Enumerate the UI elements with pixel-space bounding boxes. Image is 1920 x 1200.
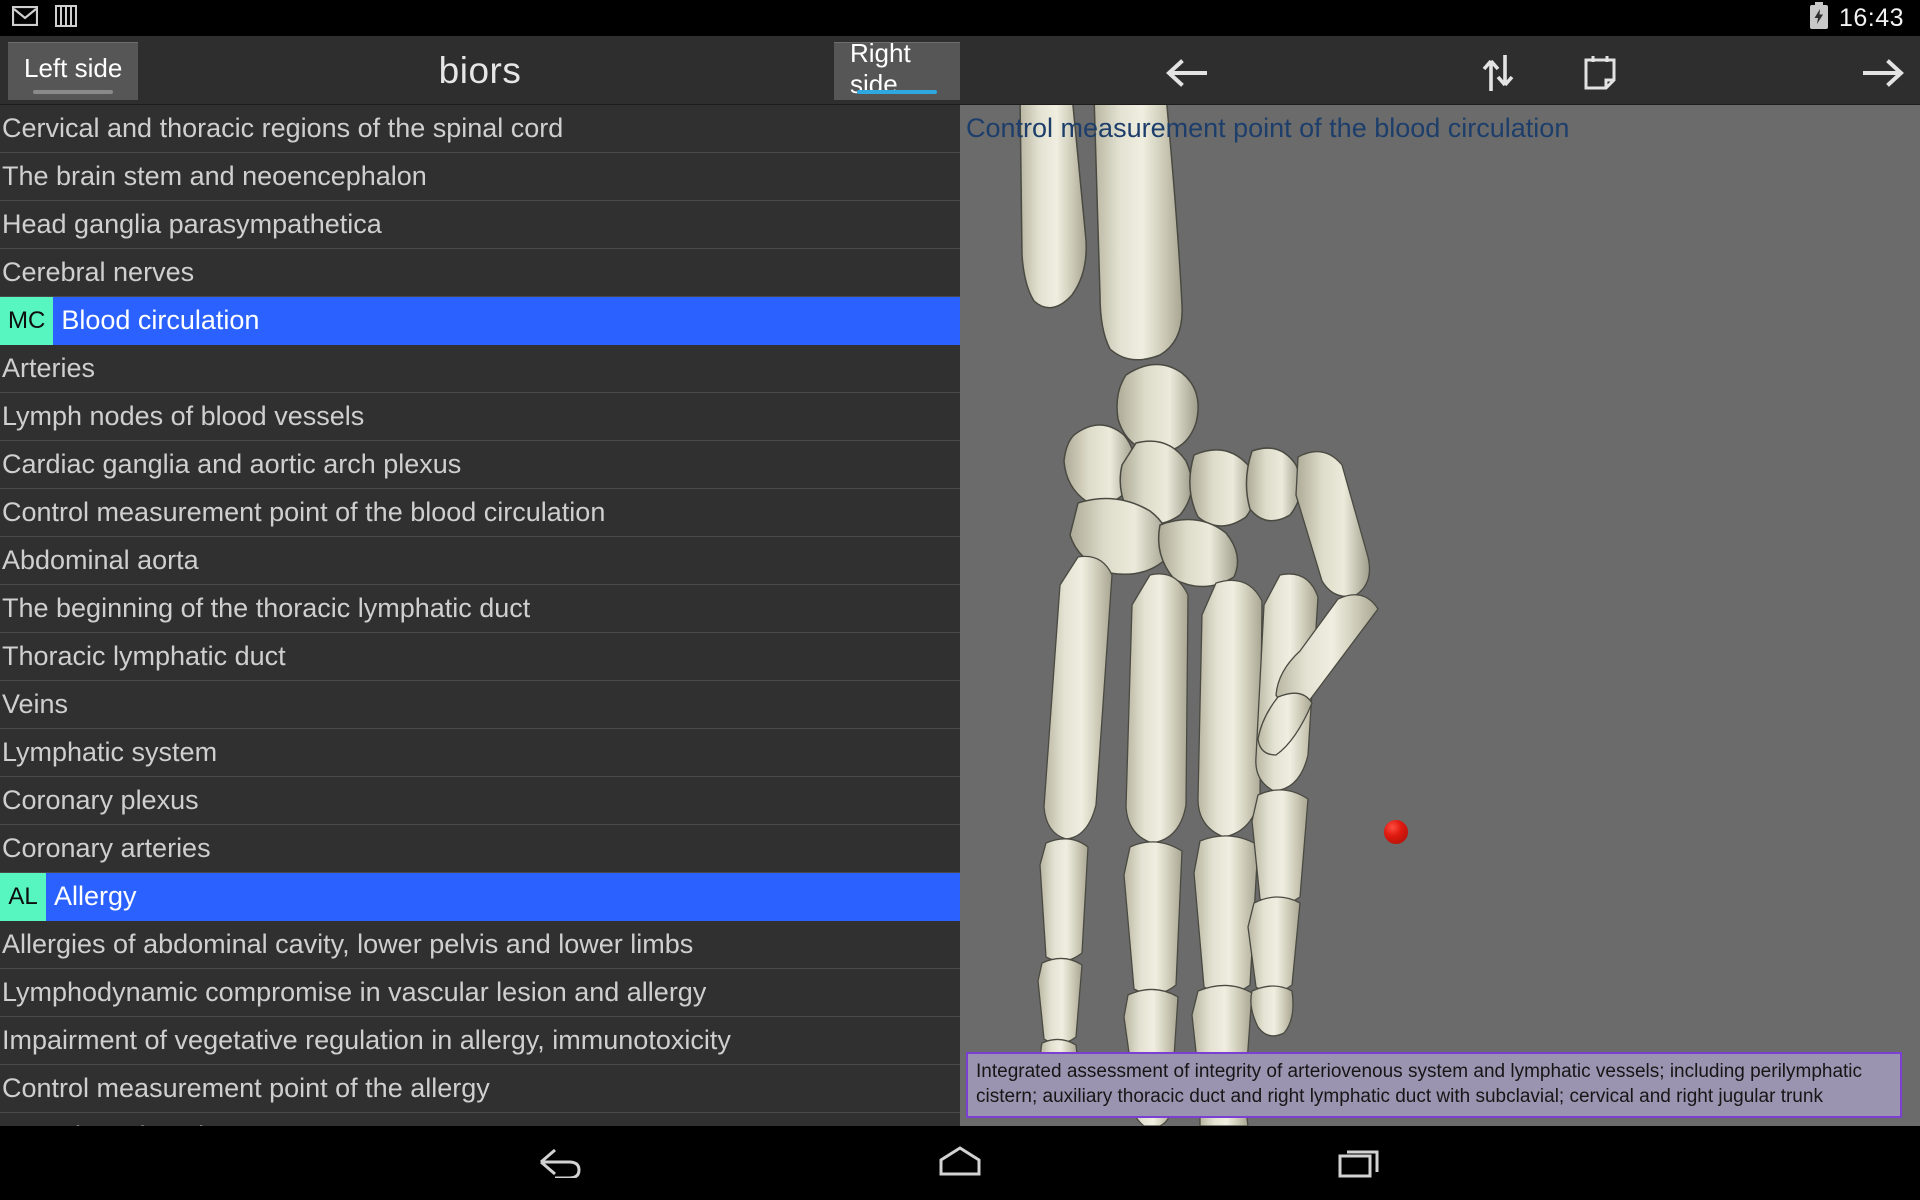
list-item[interactable]: Cardiac ganglia and aortic arch plexus — [0, 441, 960, 489]
list-item[interactable]: Lymph nodes of blood vessels — [0, 393, 960, 441]
list-item-label: Veins — [2, 689, 69, 719]
nav-back-icon — [535, 1144, 585, 1183]
note-icon[interactable] — [1574, 54, 1626, 92]
list-item-label: Arteries — [2, 353, 96, 383]
mail-icon — [11, 5, 39, 31]
list-item[interactable]: Arteries — [0, 345, 960, 393]
arrow-forward-icon[interactable] — [1858, 54, 1910, 92]
list-item-label: Thoracic lymphatic duct — [2, 641, 286, 671]
swap-vertical-icon[interactable] — [1472, 54, 1524, 92]
list-item-label: Control measurement point of the allergy — [2, 1073, 490, 1103]
list-item[interactable]: Control measurement point of the allergy — [0, 1065, 960, 1113]
list-item[interactable]: Cervical and thoracic regions of the spi… — [0, 105, 960, 153]
list-item-label: Allergy — [54, 881, 137, 911]
viewport-description-text: Integrated assessment of integrity of ar… — [976, 1061, 1863, 1107]
list-item[interactable]: Control measurement point of the blood c… — [0, 489, 960, 537]
viewport-description-box: Integrated assessment of integrity of ar… — [966, 1052, 1902, 1118]
list-item[interactable]: Vascular sclerosis — [0, 1113, 960, 1126]
action-bar-left: biors Left side Right side — [0, 36, 960, 105]
arrow-back-icon[interactable] — [1160, 54, 1212, 92]
anatomy-list[interactable]: Cervical and thoracic regions of the spi… — [0, 105, 960, 1126]
list-item-label: The brain stem and neoencephalon — [2, 161, 427, 191]
list-item-label: Lymphatic system — [2, 737, 218, 767]
list-item[interactable]: Cerebral nerves — [0, 249, 960, 297]
list-item-badge: AL — [0, 872, 46, 921]
list-item-label: Lymph nodes of blood vessels — [2, 401, 365, 431]
nav-recents-icon — [1337, 1144, 1383, 1183]
list-item[interactable]: Coronary plexus — [0, 777, 960, 825]
list-item-label: Blood circulation — [61, 305, 260, 335]
list-item[interactable]: Thoracic lymphatic duct — [0, 633, 960, 681]
tab-left-side-label: Left side — [24, 53, 123, 83]
list-item-label: Abdominal aorta — [2, 545, 199, 575]
list-item[interactable]: Allergies of abdominal cavity, lower pel… — [0, 921, 960, 969]
tab-right-side[interactable]: Right side — [834, 38, 960, 100]
viewport-title: Control measurement point of the blood c… — [966, 113, 1570, 143]
list-item-label: Allergies of abdominal cavity, lower pel… — [2, 929, 694, 959]
list-item[interactable]: AL Allergy — [0, 872, 960, 921]
status-bar-clock: 16:43 — [1838, 3, 1904, 32]
list-item-label: Coronary arteries — [2, 833, 211, 863]
list-item-label: Head ganglia parasympathetica — [2, 209, 382, 239]
action-bar-right — [960, 36, 1920, 105]
list-item-label: Impairment of vegetative regulation in a… — [2, 1025, 731, 1055]
list-item[interactable]: Coronary arteries — [0, 825, 960, 873]
list-item[interactable]: Lymphatic system — [0, 729, 960, 777]
list-item-label: Lymphodynamic compromise in vascular les… — [2, 977, 707, 1007]
status-bar: 16:43 — [0, 0, 1920, 36]
tab-right-side-underline — [857, 90, 937, 94]
app-screen: 16:43 biors Left side Right side Cervica… — [0, 0, 1920, 1200]
android-nav-bar — [0, 1126, 1920, 1200]
tab-left-side[interactable]: Left side — [8, 42, 139, 100]
nav-back-button[interactable] — [360, 1144, 760, 1183]
list-item[interactable]: The brain stem and neoencephalon — [0, 153, 960, 201]
list-item-badge: MC — [0, 296, 54, 345]
list-item[interactable]: Head ganglia parasympathetica — [0, 201, 960, 249]
list-item[interactable]: Lymphodynamic compromise in vascular les… — [0, 969, 960, 1017]
list-item[interactable]: The beginning of the thoracic lymphatic … — [0, 585, 960, 633]
hand-skeleton-3d-model[interactable] — [960, 105, 1920, 1126]
list-item-label: Cerebral nerves — [2, 257, 195, 287]
list-item[interactable]: Veins — [0, 681, 960, 729]
list-item-label: Cervical and thoracic regions of the spi… — [2, 113, 564, 143]
nav-home-button[interactable] — [760, 1144, 1160, 1183]
list-item-label: Cardiac ganglia and aortic arch plexus — [2, 449, 462, 479]
book-icon — [54, 4, 78, 33]
nav-recents-button[interactable] — [1160, 1144, 1560, 1183]
measurement-point-marker[interactable] — [1384, 820, 1408, 844]
status-bar-notifications — [0, 4, 78, 33]
list-item-label: Control measurement point of the blood c… — [2, 497, 606, 527]
list-item-label: The beginning of the thoracic lymphatic … — [2, 593, 531, 623]
tab-left-side-underline — [33, 90, 114, 94]
action-bar: biors Left side Right side — [0, 36, 1920, 105]
list-item[interactable]: Impairment of vegetative regulation in a… — [0, 1017, 960, 1065]
page-title: biors — [438, 49, 522, 91]
list-item[interactable]: MC Blood circulation — [0, 296, 960, 345]
list-item-label: Coronary plexus — [2, 785, 199, 815]
nav-home-icon — [937, 1144, 983, 1183]
list-item[interactable]: Abdominal aorta — [0, 537, 960, 585]
model-viewport[interactable]: Control measurement point of the blood c… — [960, 105, 1920, 1126]
battery-charging-icon — [1809, 1, 1829, 35]
status-bar-system: 16:43 — [1809, 1, 1920, 35]
